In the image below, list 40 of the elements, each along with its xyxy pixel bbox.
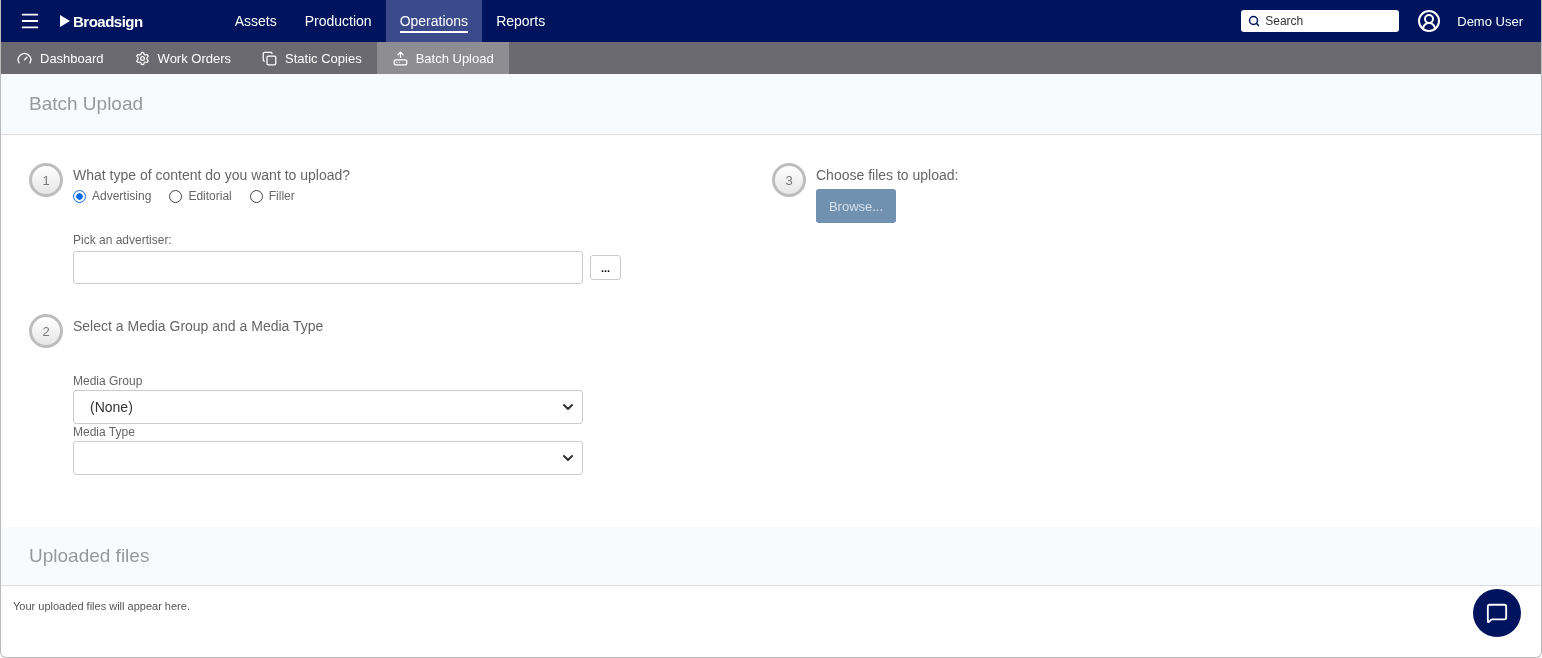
picker-button[interactable]: ... [590,255,621,280]
brand-logo[interactable]: Broadsign [59,12,143,30]
page-title: Batch Upload [29,93,144,115]
field-label: Pick an advertiser: [73,233,173,247]
gear-icon [134,50,150,66]
copy-icon [262,50,278,66]
nav-tab[interactable]: Assets [220,0,291,42]
radio-option[interactable]: Filler [249,189,295,203]
advertiser-field[interactable] [73,251,583,284]
chat-bubble-icon [1486,602,1508,624]
step-number: 1 [29,163,63,197]
empty-message: Your uploaded files will appear here. [13,600,191,612]
gauge-icon [17,50,32,66]
section-title: Uploaded files [29,545,150,567]
step-title: Select a Media Group and a Media Type [73,318,325,334]
chat-button[interactable] [1473,589,1521,637]
step-title: What type of content do you want to upload? [73,167,352,183]
nav-tab[interactable]: Production [290,0,386,42]
radio-option[interactable]: Advertising [73,189,152,203]
radio-button[interactable] [249,189,263,203]
media-group-dropdown[interactable]: (None) [73,390,583,424]
search-icon [1248,15,1261,27]
radio-button[interactable] [73,189,86,203]
user-avatar-icon[interactable] [1417,9,1442,33]
user-name[interactable]: Demo User [1457,13,1523,29]
field-label: Media Type [73,425,136,439]
field-label: Media Group [73,374,144,388]
radio-option[interactable]: Editorial [169,189,232,203]
nav-tab[interactable]: Reports [482,0,560,42]
step-number: 3 [772,163,806,197]
subnav-tab[interactable]: Static Copies [246,42,377,74]
step-title: Choose files to upload: [816,167,959,183]
step-number: 2 [29,314,63,348]
subnav-tab[interactable]: Dashboard [1,42,119,74]
search-field[interactable]: Search [1241,10,1400,32]
subnav-tab[interactable]: Work Orders [118,42,247,74]
upload-icon [392,50,408,66]
nav-tab[interactable]: Operations [385,0,483,42]
radio-button[interactable] [169,189,183,203]
play-logo-icon [59,14,71,28]
